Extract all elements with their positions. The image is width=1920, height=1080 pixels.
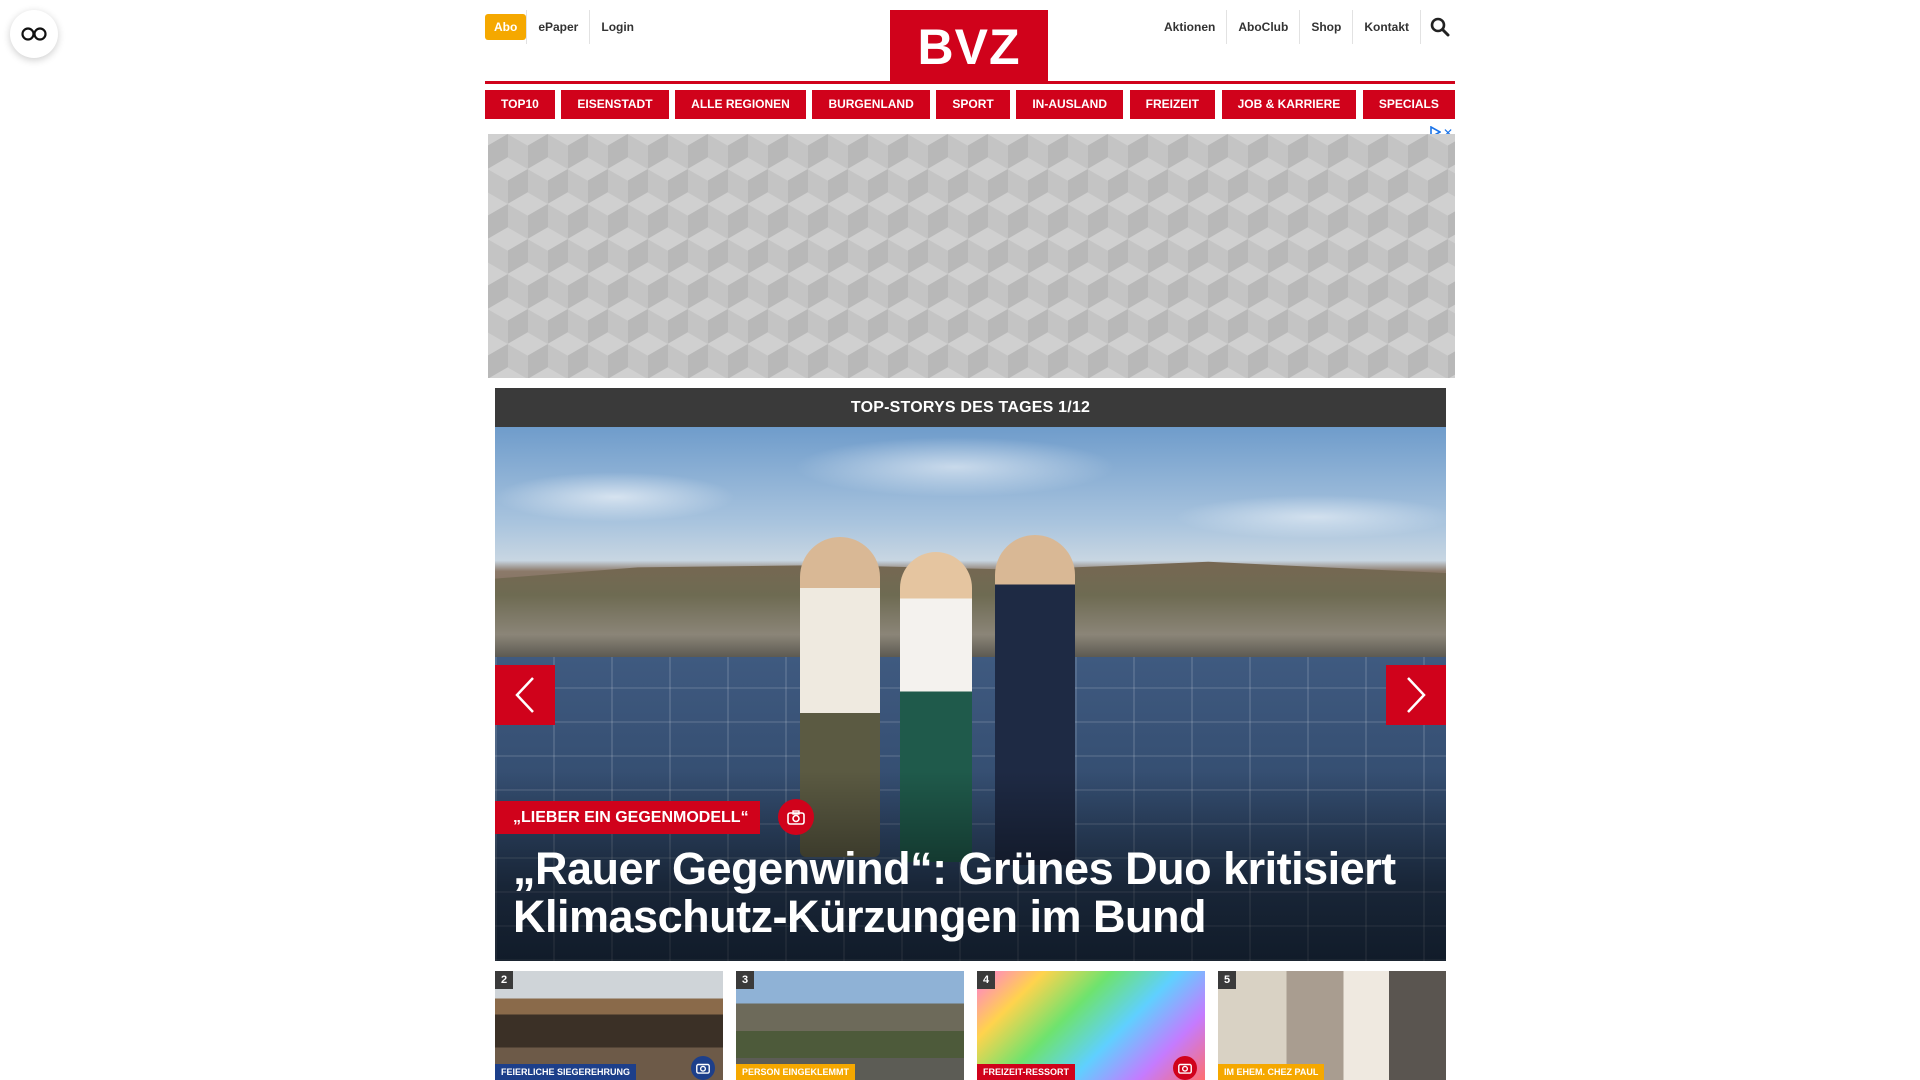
top-stories-heading: TOP-STORYS DES TAGES 1/12	[495, 388, 1446, 427]
nav-item-in-ausland[interactable]: IN-AUSLAND	[1016, 90, 1124, 119]
carousel-prev-button[interactable]	[495, 665, 555, 725]
story-thumbnail[interactable]: 5 IM EHEM. CHEZ PAUL	[1218, 971, 1446, 1080]
hero-image-sky	[495, 427, 1446, 547]
story-number: 2	[495, 971, 513, 989]
story-thumbnail[interactable]: 4 FREIZEIT-RESSORT	[977, 971, 1205, 1080]
nav-item-eisenstadt[interactable]: EISENSTADT	[561, 90, 669, 119]
story-thumbnails: 2 FEIERLICHE SIEGEREHRUNG 3 PERSON EINGE…	[495, 971, 1446, 1080]
story-thumbnail[interactable]: 2 FEIERLICHE SIEGEREHRUNG	[495, 971, 723, 1080]
login-link[interactable]: Login	[590, 10, 645, 44]
site-header: Abo ePaper Login BVZ Aktionen AboClub Sh…	[485, 0, 1455, 84]
nav-item-job-karriere[interactable]: JOB & KARRIERE	[1221, 90, 1357, 119]
nav-item-freizeit[interactable]: FREIZEIT	[1129, 90, 1215, 119]
top-stories: TOP-STORYS DES TAGES 1/12 „LIEBER EIN GE…	[495, 388, 1446, 961]
header-left-links: Abo ePaper Login	[485, 10, 645, 44]
reader-toggle-button[interactable]	[10, 10, 58, 58]
chevron-left-icon	[515, 677, 534, 713]
story-tag: FEIERLICHE SIEGEREHRUNG	[495, 1064, 637, 1080]
nav-item-alle-regionen[interactable]: ALLE REGIONEN	[675, 90, 806, 119]
nav-item-top10[interactable]: TOP10	[485, 90, 555, 119]
ad-banner[interactable]	[488, 134, 1455, 378]
carousel-next-button[interactable]	[1386, 665, 1446, 725]
story-thumbnail[interactable]: 3 PERSON EINGEKLEMMT	[736, 971, 964, 1080]
aboclub-link[interactable]: AboClub	[1227, 10, 1299, 44]
hero-story[interactable]: „LIEBER EIN GEGENMODELL“ „Rauer Gegenwin…	[495, 427, 1446, 961]
nav-item-specials[interactable]: SPECIALS	[1362, 90, 1455, 119]
story-tag: FREIZEIT-RESSORT	[977, 1064, 1076, 1080]
page-container: Abo ePaper Login BVZ Aktionen AboClub Sh…	[485, 0, 1455, 1080]
camera-icon	[777, 799, 814, 835]
search-button[interactable]	[1425, 10, 1455, 44]
camera-icon	[691, 1056, 715, 1080]
nav-item-sport[interactable]: SPORT	[936, 90, 1010, 119]
story-number: 3	[736, 971, 754, 989]
aktionen-link[interactable]: Aktionen	[1153, 10, 1226, 44]
glasses-icon	[21, 27, 47, 41]
hero-headline[interactable]: „Rauer Gegenwind“: Grünes Duo kritisiert…	[513, 845, 1433, 941]
shop-link[interactable]: Shop	[1300, 10, 1352, 44]
chevron-right-icon	[1407, 677, 1426, 713]
nav-item-burgenland[interactable]: BURGENLAND	[812, 90, 930, 119]
bvz-logo[interactable]: BVZ	[890, 10, 1048, 84]
story-number: 5	[1218, 971, 1236, 989]
story-tag: IM EHEM. CHEZ PAUL	[1218, 1064, 1325, 1080]
epaper-link[interactable]: ePaper	[527, 10, 589, 44]
story-tag: PERSON EINGEKLEMMT	[736, 1064, 856, 1080]
camera-icon	[1173, 1056, 1197, 1080]
divider	[1420, 10, 1421, 44]
main-nav: TOP10 EISENSTADT ALLE REGIONEN BURGENLAN…	[485, 90, 1455, 119]
story-number: 4	[977, 971, 995, 989]
kontakt-link[interactable]: Kontakt	[1353, 10, 1420, 44]
search-icon	[1430, 17, 1450, 37]
abo-button[interactable]: Abo	[485, 14, 527, 40]
hero-kicker[interactable]: „LIEBER EIN GEGENMODELL“	[495, 800, 760, 834]
header-right-links: Aktionen AboClub Shop Kontakt	[1153, 10, 1455, 44]
hero-kicker-row: „LIEBER EIN GEGENMODELL“	[495, 799, 814, 835]
